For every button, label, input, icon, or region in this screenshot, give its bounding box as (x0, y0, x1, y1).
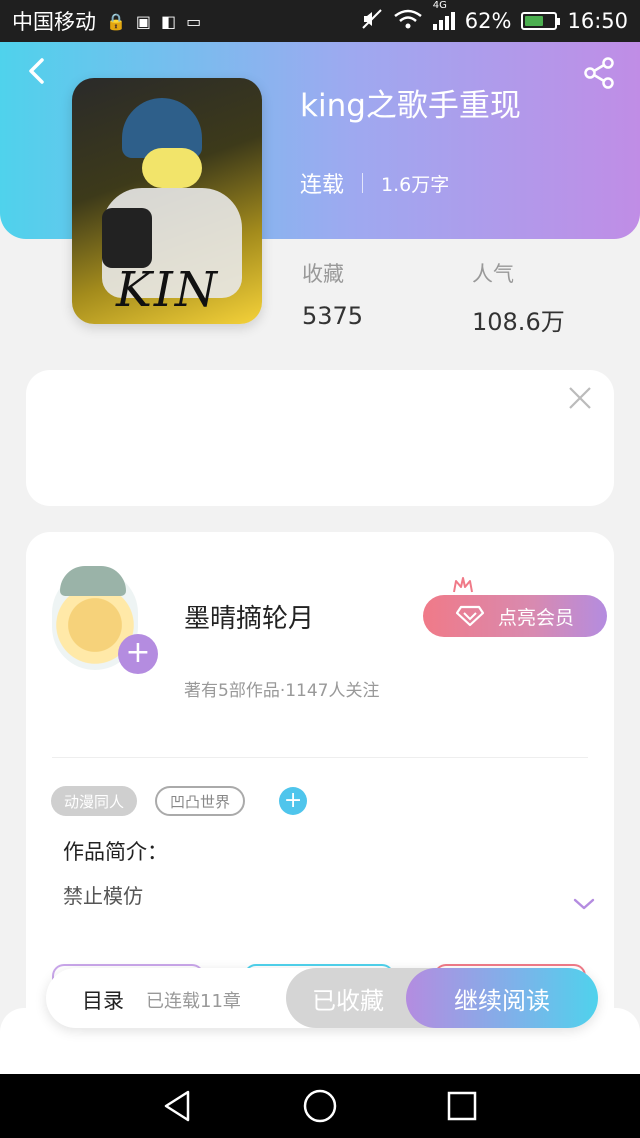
continue-reading-button[interactable]: 继续阅读 (406, 968, 598, 1028)
favorites-label: 收藏 (302, 262, 344, 286)
popularity-label: 人气 (472, 262, 514, 286)
serial-status: 连载 (300, 173, 345, 198)
book-title: king之歌手重现 (300, 88, 521, 124)
ad-card (26, 370, 614, 506)
intro-title: 作品简介： (63, 840, 168, 864)
collected-label: 已收藏 (312, 986, 384, 1015)
app-notification-icon: ◧ (161, 11, 177, 31)
follow-plus-icon[interactable]: + (118, 634, 158, 674)
nav-home-icon[interactable] (302, 1088, 338, 1124)
divider (362, 173, 364, 193)
divider (52, 757, 588, 758)
crown-icon (453, 577, 473, 593)
book-cover[interactable]: KIN (72, 78, 262, 324)
popularity-value: 108.6万 (472, 308, 565, 336)
favorites-stat: 收藏 5375 (302, 258, 363, 330)
clock: 16:50 (567, 9, 628, 33)
tag-item[interactable]: 动漫同人 (51, 786, 138, 816)
nav-back-icon[interactable] (160, 1088, 196, 1124)
mute-icon (361, 8, 383, 35)
cover-text: KIN (116, 262, 219, 318)
app-notification-icon: ▣ (135, 11, 152, 31)
notification-icon: 🔒 (106, 11, 126, 31)
nav-recents-icon[interactable] (444, 1088, 480, 1124)
intro-text: 禁止模仿 (63, 884, 143, 908)
wifi-icon (393, 8, 423, 35)
toc-button[interactable]: 目录 (82, 985, 124, 1015)
author-meta: 著有5部作品·1147人关注 (184, 681, 380, 701)
battery-icon (521, 12, 561, 30)
chevron-down-icon[interactable] (572, 896, 596, 912)
word-count: 1.6万字 (381, 173, 450, 196)
network-type: 4G (432, 0, 447, 11)
battery-percent: 62% (464, 9, 512, 33)
status-bar: 中国移动 🔒 ▣ ◧ ▭ 4G 62% 16:50 (0, 0, 640, 42)
action-bar: 目录 已连载11章 已收藏 继续阅读 (46, 968, 598, 1028)
share-icon[interactable] (582, 56, 616, 90)
system-nav-bar (0, 1074, 640, 1138)
chapter-count[interactable]: 已连载11章 (146, 987, 241, 1013)
read-label: 继续阅读 (454, 986, 550, 1015)
vip-button[interactable]: 点亮会员 (423, 595, 607, 637)
tag-item[interactable]: 凹凸世界 (155, 786, 246, 816)
add-tag-icon[interactable]: + (279, 787, 308, 815)
tag-list: 动漫同人 凹凸世界 + (51, 786, 308, 816)
vip-label: 点亮会员 (497, 606, 574, 629)
tv-icon: ▭ (186, 11, 202, 31)
author-name[interactable]: 墨晴摘轮月 (184, 598, 314, 635)
favorites-value: 5375 (302, 302, 364, 330)
diamond-icon (455, 605, 484, 627)
popularity-stat: 人气 108.6万 (472, 258, 565, 337)
carrier-name: 中国移动 (12, 10, 96, 34)
book-status-row: 连载 1.6万字 (300, 167, 449, 199)
signal-icon: 4G (432, 0, 455, 30)
back-arrow-icon[interactable] (22, 56, 52, 86)
close-icon[interactable] (566, 384, 594, 412)
